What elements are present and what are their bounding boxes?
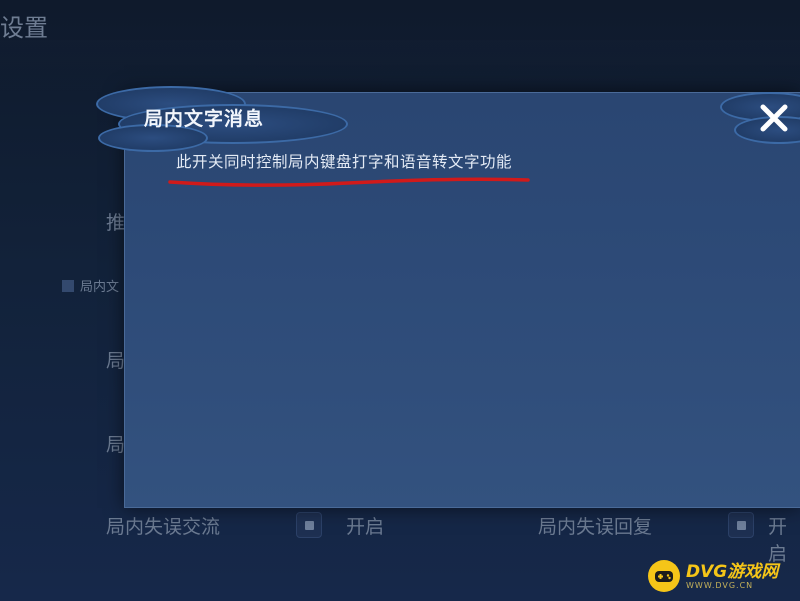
dialog-title: 局内文字消息 (144, 108, 265, 130)
red-underline-annotation (168, 177, 530, 187)
close-button[interactable] (752, 96, 796, 140)
watermark-url: WWW.DVG.CN (686, 580, 754, 590)
error-reply-label: 局内失误回复 (538, 516, 653, 538)
error-chat-checkbox[interactable] (296, 512, 322, 538)
bg-row-label: 推 (106, 212, 126, 234)
bg-section-label: 局内文 (62, 276, 119, 295)
error-reply-checkbox[interactable] (728, 512, 754, 538)
bg-row-label: 局 (106, 434, 126, 456)
close-icon (760, 104, 788, 132)
error-chat-value: 开启 (346, 516, 385, 538)
dialog-message: 此开关同时控制局内键盘打字和语音转文字功能 (176, 153, 513, 171)
gamepad-logo-icon (648, 560, 680, 592)
page-title: 设置 (0, 14, 48, 42)
bg-row-label: 局 (106, 350, 126, 372)
watermark: DVG游戏网 WWW.DVG.CN (648, 558, 798, 594)
error-chat-label: 局内失误交流 (106, 516, 221, 538)
watermark-name: DVG游戏网 (686, 561, 779, 582)
